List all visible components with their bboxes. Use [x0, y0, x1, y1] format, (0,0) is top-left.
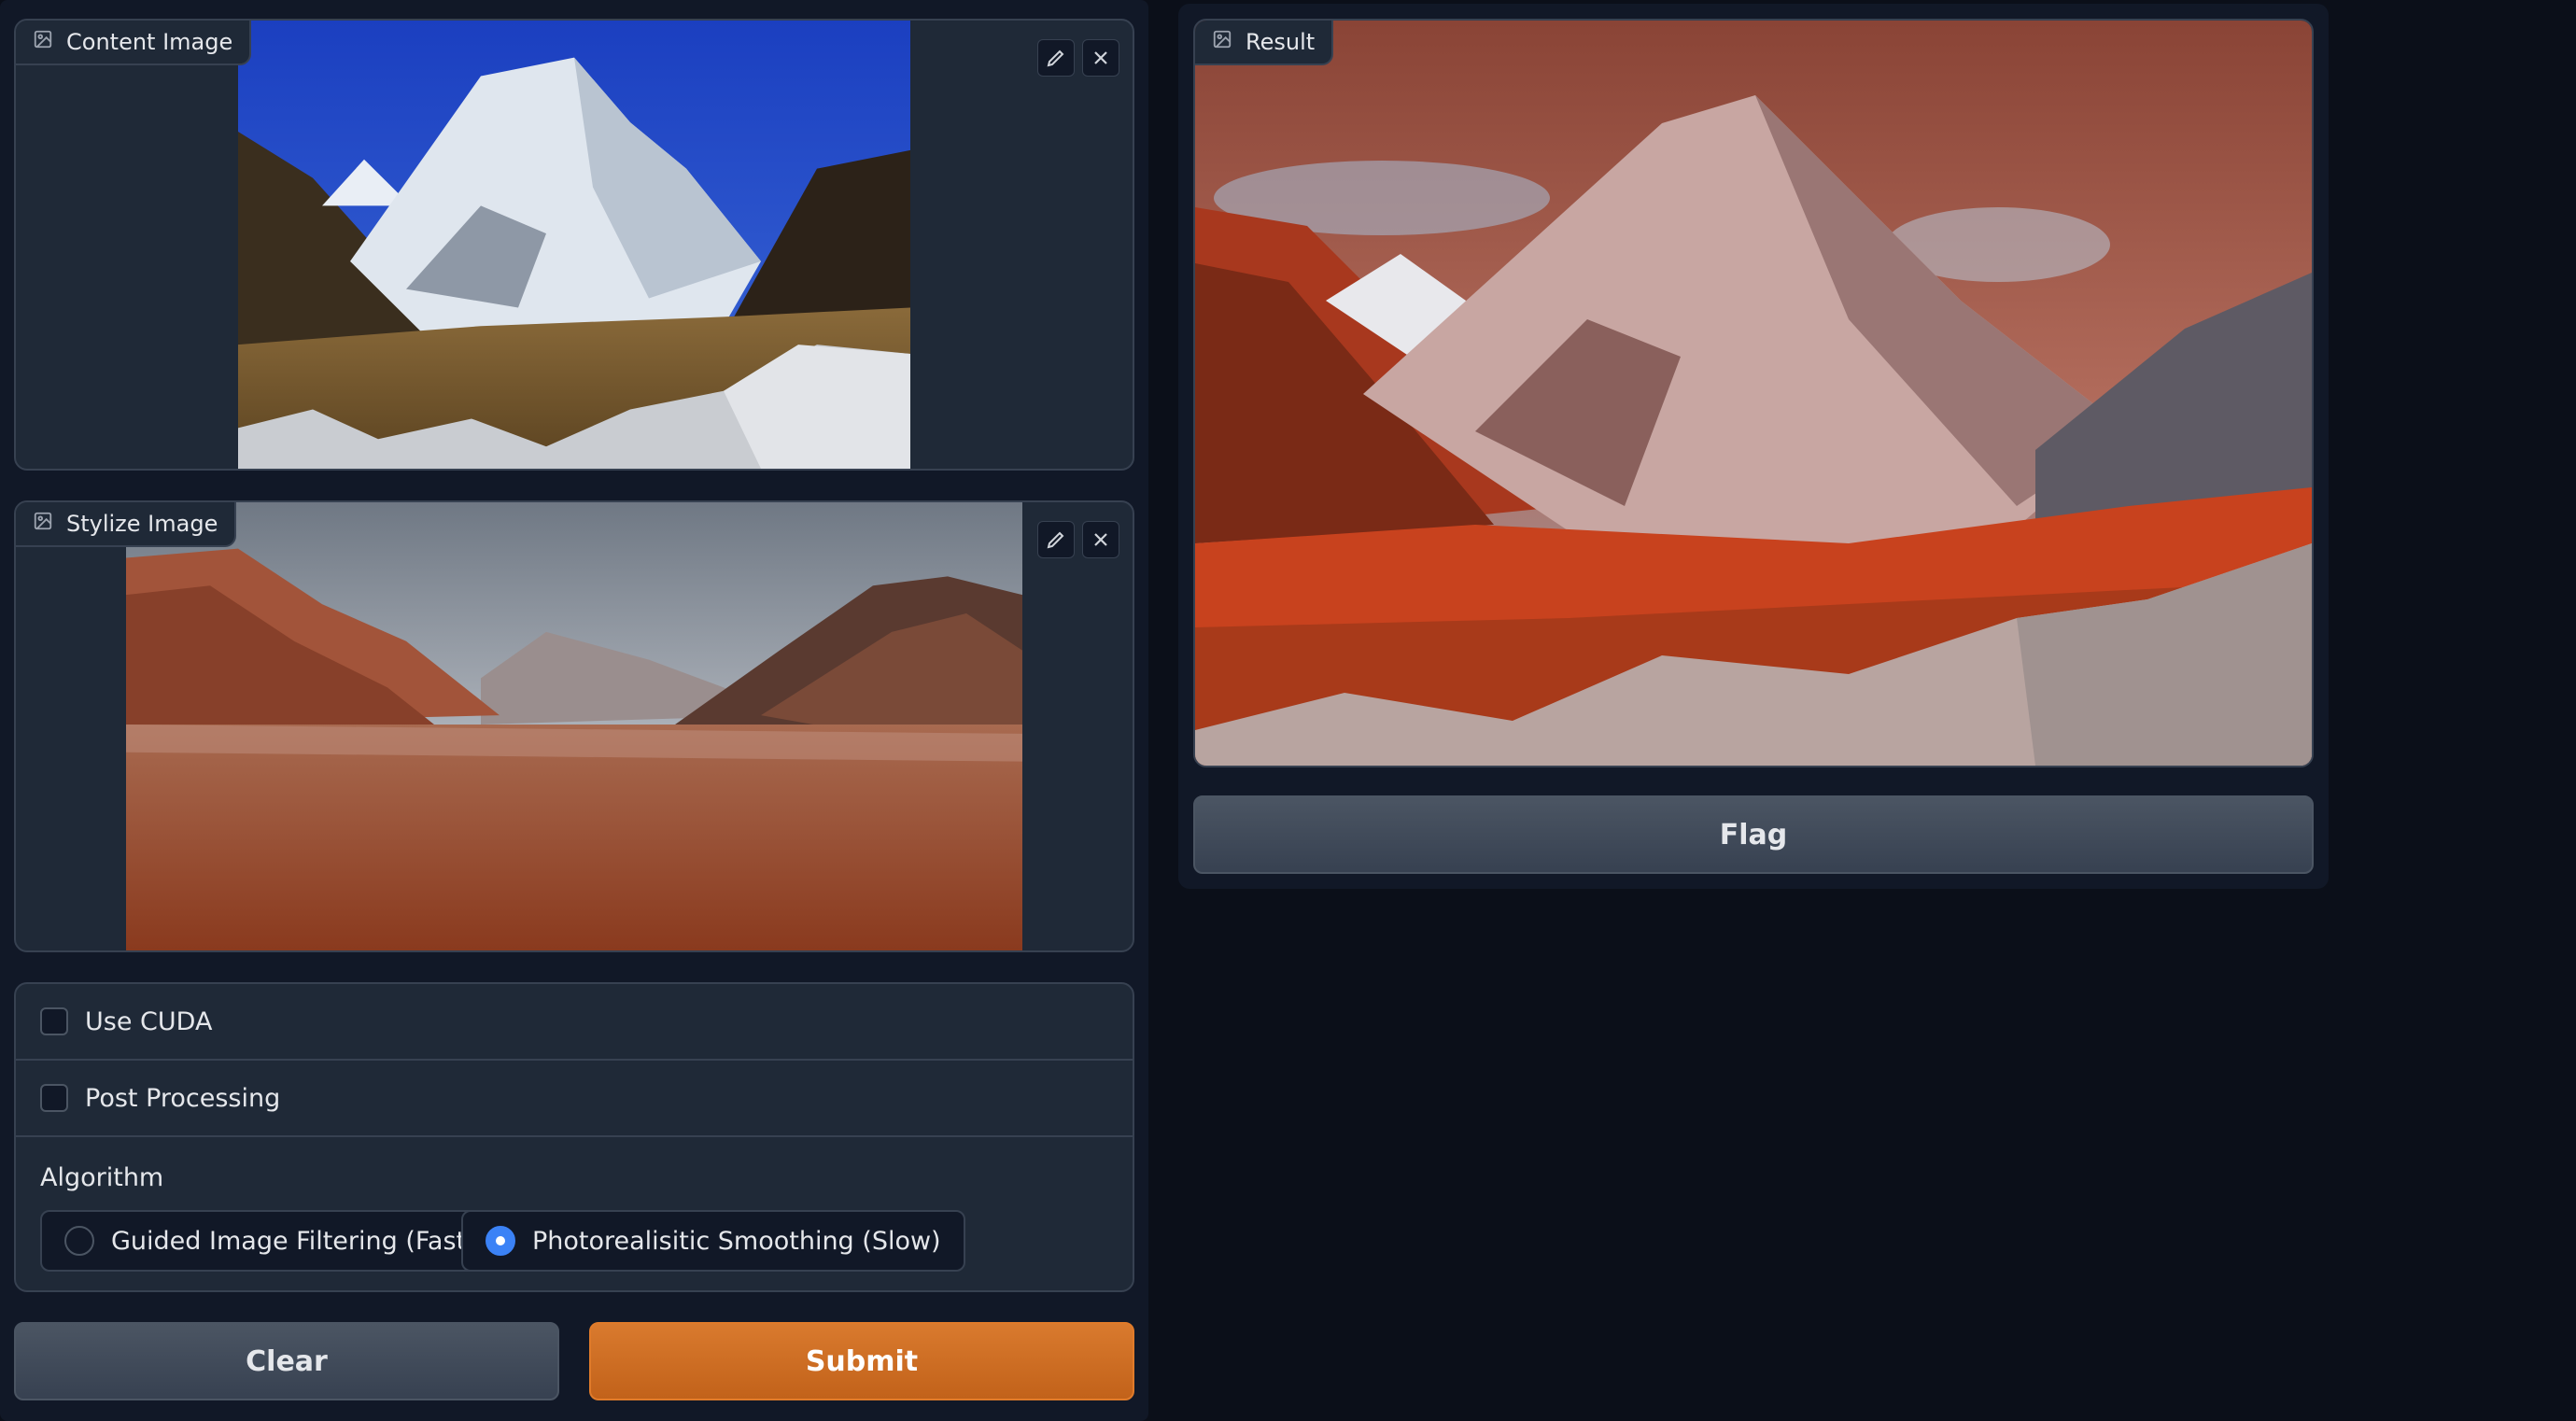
- content-clear-button[interactable]: [1082, 39, 1119, 77]
- close-icon: [1094, 51, 1107, 64]
- use-cuda-option[interactable]: Use CUDA: [16, 984, 1133, 1061]
- output-column: Result Flag: [1178, 4, 2329, 889]
- stylize-image-label: Stylize Image: [16, 502, 237, 547]
- radio-button-photorealistic[interactable]: [486, 1226, 515, 1256]
- content-image-preview[interactable]: [238, 21, 910, 469]
- post-processing-checkbox[interactable]: [40, 1084, 68, 1112]
- radio-option-guided[interactable]: Guided Image Filtering (Fast): [40, 1210, 500, 1272]
- options-panel: Use CUDA Post Processing Algorithm Guide…: [14, 982, 1134, 1292]
- algorithm-label: Algorithm: [40, 1163, 164, 1192]
- image-icon: [1212, 29, 1232, 55]
- radio-button-guided[interactable]: [64, 1226, 94, 1256]
- input-column: Content Image Stylize Image Use CUDA Pos…: [0, 0, 1148, 1421]
- image-icon: [33, 29, 53, 55]
- image-icon: [33, 511, 53, 537]
- content-image-label-text: Content Image: [66, 29, 233, 55]
- radio-label-photorealistic: Photorealisitic Smoothing (Slow): [532, 1226, 941, 1256]
- content-image-block: Content Image: [14, 19, 1134, 471]
- clear-button[interactable]: Clear: [14, 1322, 559, 1400]
- result-image: [1195, 21, 2312, 766]
- stylize-image-preview[interactable]: [126, 502, 1022, 950]
- post-processing-label: Post Processing: [85, 1083, 281, 1113]
- stylize-clear-button[interactable]: [1082, 521, 1119, 558]
- stylize-edit-button[interactable]: [1037, 521, 1075, 558]
- content-image-label: Content Image: [16, 21, 252, 65]
- close-icon: [1094, 533, 1107, 546]
- use-cuda-checkbox[interactable]: [40, 1007, 68, 1035]
- pencil-icon: [1047, 531, 1064, 549]
- use-cuda-label: Use CUDA: [85, 1006, 213, 1036]
- flag-button[interactable]: Flag: [1193, 795, 2314, 874]
- result-image-block: Result: [1193, 19, 2314, 767]
- pencil-icon: [1047, 49, 1064, 67]
- result-label: Result: [1195, 21, 1334, 65]
- post-processing-option[interactable]: Post Processing: [16, 1061, 1133, 1137]
- submit-button[interactable]: Submit: [589, 1322, 1134, 1400]
- radio-option-photorealistic[interactable]: Photorealisitic Smoothing (Slow): [461, 1210, 965, 1272]
- stylize-image-label-text: Stylize Image: [66, 511, 218, 537]
- result-label-text: Result: [1246, 29, 1316, 55]
- stylize-image-block: Stylize Image: [14, 500, 1134, 952]
- content-edit-button[interactable]: [1037, 39, 1075, 77]
- radio-label-guided: Guided Image Filtering (Fast): [111, 1226, 476, 1256]
